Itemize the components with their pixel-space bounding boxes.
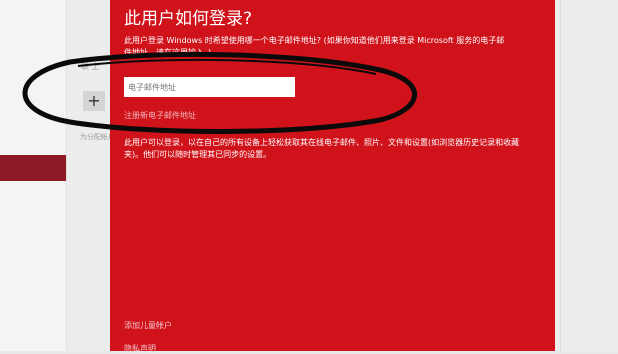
signup-new-email-link[interactable]: 注册新电子邮件地址 — [124, 110, 196, 121]
add-child-account-link[interactable]: 添加儿童帐户 — [124, 320, 172, 331]
email-field[interactable] — [124, 77, 295, 97]
add-user-button[interactable]: + — [83, 91, 105, 111]
dialog-description: 此用户可以登录，以在自己的所有设备上轻松获取其在线电子邮件、照片、文件和设置(如… — [124, 138, 520, 159]
divider — [560, 0, 561, 351]
sidebar-selected-item[interactable] — [0, 155, 66, 181]
dialog-intro-text: 此用户登录 Windows 时希望使用哪一个电子邮件地址? (如果你知道他们用来… — [124, 36, 505, 57]
privacy-statement-link[interactable]: 隐私声明 — [124, 343, 156, 354]
background-label: 联 上 — [81, 62, 100, 71]
plus-icon: + — [87, 91, 101, 110]
sign-in-dialog: 此用户如何登录? 此用户登录 Windows 时希望使用哪一个电子邮件地址? (… — [110, 0, 555, 354]
dialog-title: 此用户如何登录? — [124, 9, 253, 29]
